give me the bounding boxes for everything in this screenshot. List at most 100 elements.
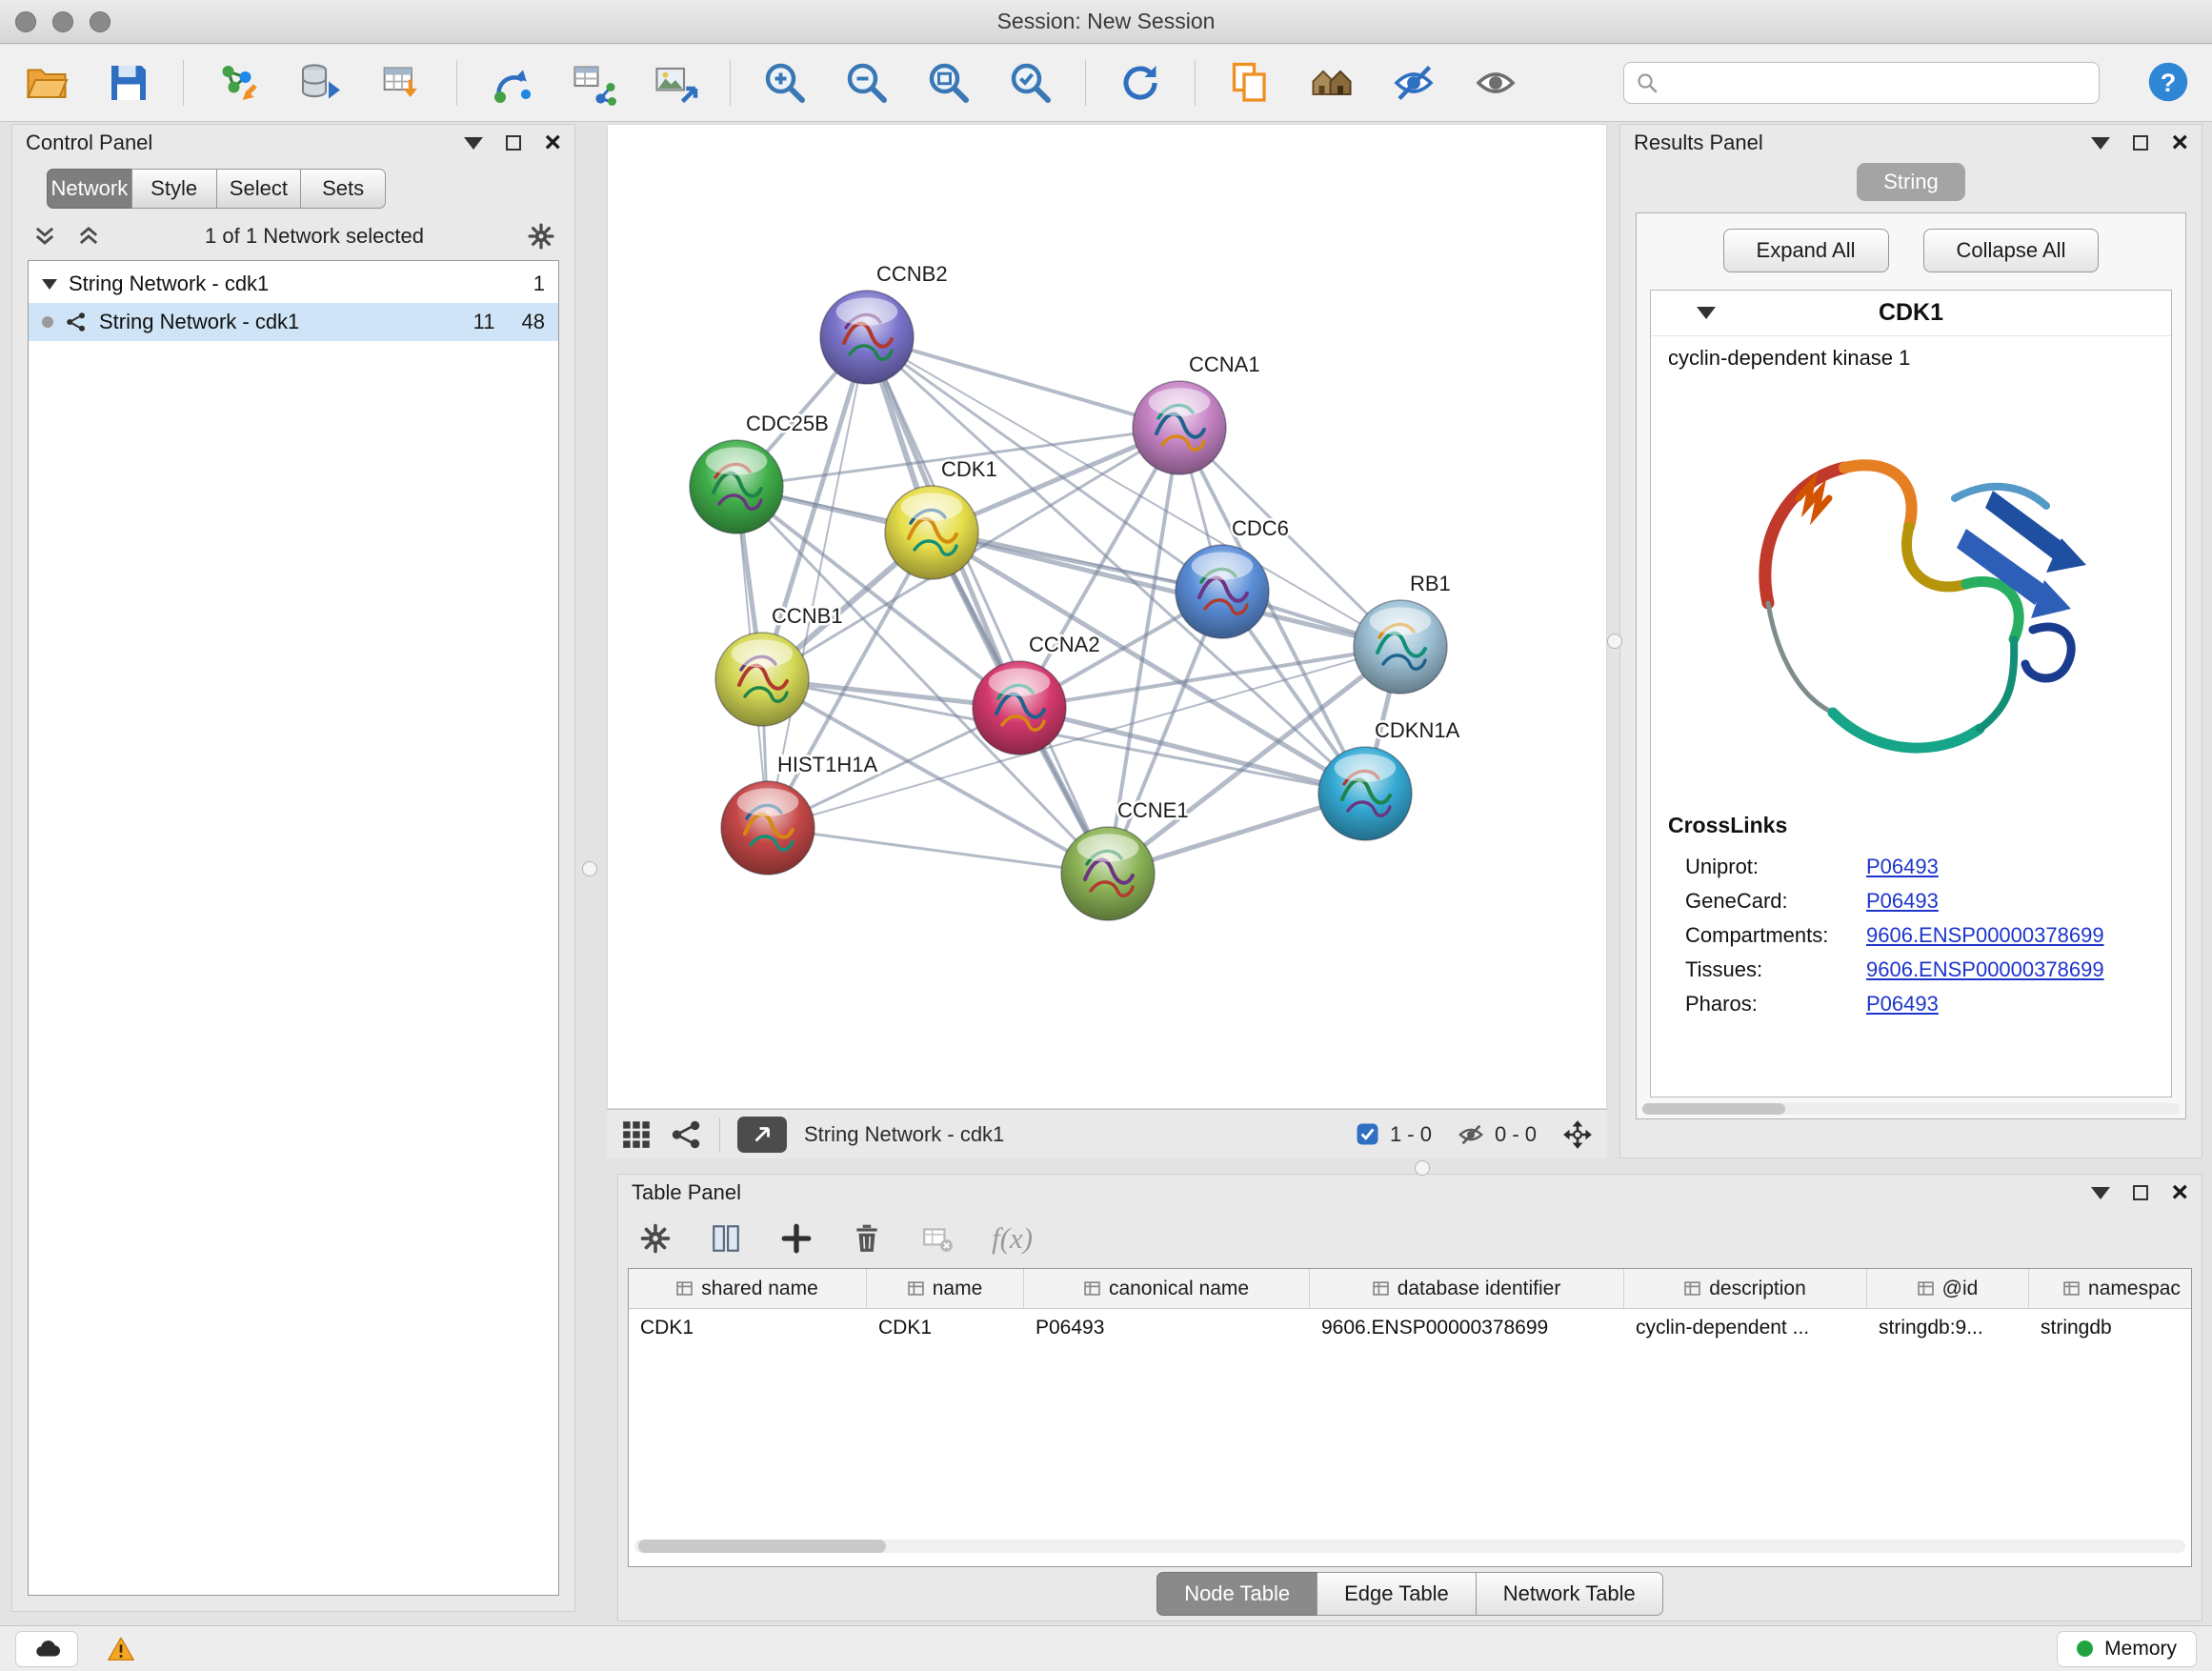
refresh-button[interactable] [1113, 55, 1168, 111]
splitter-handle[interactable] [1415, 1160, 1430, 1176]
expand-all-icon[interactable] [75, 223, 102, 250]
table-settings-gear-icon[interactable] [639, 1222, 672, 1255]
paste-annotation-button[interactable] [1222, 55, 1277, 111]
edge-CCNB2-CCNA1[interactable] [867, 337, 1179, 428]
tab-sets[interactable]: Sets [300, 169, 386, 209]
tab-style[interactable]: Style [131, 169, 217, 209]
svg-text:?: ? [2161, 68, 2177, 96]
panel-menu-icon[interactable] [2091, 1187, 2110, 1199]
select-columns-icon[interactable] [710, 1222, 742, 1255]
splitter-handle[interactable] [1607, 634, 1622, 649]
gene-section-header[interactable]: CDK1 [1651, 291, 2171, 336]
splitter-handle[interactable] [582, 861, 597, 876]
minimize-window-button[interactable] [52, 11, 73, 32]
close-panel-icon[interactable]: × [2171, 131, 2188, 154]
section-collapse-icon[interactable] [1697, 307, 1716, 319]
float-panel-icon[interactable] [506, 135, 521, 151]
tab-edge-table[interactable]: Edge Table [1317, 1572, 1477, 1616]
memory-button[interactable]: Memory [2057, 1631, 2197, 1667]
export-image-button[interactable] [648, 55, 703, 111]
control-panel-header: Control Panel × [12, 125, 574, 161]
network-file-button[interactable] [484, 55, 539, 111]
column-header[interactable]: @id [1867, 1269, 2029, 1308]
column-header[interactable]: name [867, 1269, 1024, 1308]
hide-selected-button[interactable] [1386, 55, 1441, 111]
table-cell: stringdb:9... [1867, 1317, 2029, 1339]
close-panel-icon[interactable]: × [2171, 1181, 2188, 1204]
panel-menu-icon[interactable] [2091, 137, 2110, 150]
cloud-status-button[interactable] [15, 1631, 78, 1667]
zoom-out-button[interactable] [839, 55, 895, 111]
function-builder-icon[interactable]: f(x) [992, 1221, 1033, 1256]
import-network-from-database-button[interactable] [292, 55, 348, 111]
import-table-from-file-button[interactable] [374, 55, 430, 111]
delete-column-icon[interactable] [851, 1222, 883, 1255]
node-CCNB2[interactable]: CCNB2 [820, 262, 948, 384]
float-panel-icon[interactable] [2133, 1185, 2148, 1200]
tab-network[interactable]: Network [47, 169, 132, 209]
column-header[interactable]: description [1624, 1269, 1867, 1308]
network-row[interactable]: String Network - cdk1 11 48 [29, 303, 558, 341]
tab-network-table[interactable]: Network Table [1476, 1572, 1663, 1616]
close-window-button[interactable] [15, 11, 36, 32]
node-HIST1H1A[interactable]: HIST1H1A [721, 753, 877, 875]
crosslink-link[interactable]: 9606.ENSP00000378699 [1866, 957, 2104, 982]
collection-disclosure-icon[interactable] [42, 279, 57, 290]
network-graph[interactable]: CCNB2CCNA1CDC25BCDK1CDC6RB1CCNB1CCNA2CDK… [608, 125, 1606, 1108]
crosslink-link[interactable]: P06493 [1866, 992, 1939, 1017]
tab-node-table[interactable]: Node Table [1156, 1572, 1317, 1616]
collapse-all-icon[interactable] [31, 223, 58, 250]
node-RB1[interactable]: RB1 [1354, 572, 1451, 694]
toolbar-separator [1195, 60, 1196, 106]
node-CCNA1[interactable]: CCNA1 [1133, 352, 1260, 474]
fit-content-crosshair-icon[interactable] [1561, 1118, 1594, 1151]
column-header[interactable]: canonical name [1024, 1269, 1310, 1308]
close-panel-icon[interactable]: × [544, 131, 561, 154]
zoom-fit-button[interactable] [921, 55, 976, 111]
edge-CCNE1-HIST1H1A[interactable] [768, 828, 1108, 874]
node-CCNB1[interactable]: CCNB1 [715, 604, 843, 726]
edge-CCNB2-CCNE1[interactable] [867, 337, 1108, 874]
tab-string[interactable]: String [1857, 163, 1964, 201]
add-column-icon[interactable] [780, 1222, 813, 1255]
crosslink-link[interactable]: P06493 [1866, 889, 1939, 914]
column-header[interactable]: namespac [2029, 1269, 2192, 1308]
save-session-button[interactable] [101, 55, 156, 111]
crosslink-link[interactable]: P06493 [1866, 855, 1939, 879]
column-header[interactable]: database identifier [1310, 1269, 1624, 1308]
birds-eye-grid-icon[interactable] [620, 1118, 653, 1151]
warning-indicator[interactable] [107, 1635, 135, 1663]
selected-checkbox-icon[interactable] [1355, 1121, 1380, 1147]
crosslink-link[interactable]: 9606.ENSP00000378699 [1866, 923, 2104, 948]
expand-all-button[interactable]: Expand All [1723, 229, 1889, 272]
node-CDC25B[interactable]: CDC25B [690, 412, 829, 534]
results-horizontal-scrollbar[interactable] [1642, 1103, 2180, 1115]
zoom-window-button[interactable] [90, 11, 111, 32]
gear-icon[interactable] [527, 222, 555, 251]
collapse-all-button[interactable]: Collapse All [1923, 229, 2100, 272]
tab-select[interactable]: Select [216, 169, 302, 209]
open-session-button[interactable] [19, 55, 74, 111]
search-input[interactable] [1668, 71, 2087, 94]
table-hscrollbar-thumb[interactable] [638, 1540, 886, 1553]
scrollbar-thumb[interactable] [1642, 1103, 1785, 1115]
show-all-button[interactable] [1468, 55, 1523, 111]
network-canvas[interactable]: CCNB2CCNA1CDC25BCDK1CDC6RB1CCNB1CCNA2CDK… [607, 124, 1607, 1109]
open-in-window-button[interactable] [737, 1117, 787, 1153]
new-network-from-table-button[interactable] [566, 55, 621, 111]
toolbar-separator [730, 60, 731, 106]
node-CDKN1A[interactable]: CDKN1A [1318, 718, 1460, 840]
table-row[interactable]: CDK1CDK1P064939606.ENSP00000378699cyclin… [629, 1309, 2191, 1347]
node-CDC6[interactable]: CDC6 [1176, 516, 1289, 638]
column-header[interactable]: shared name [629, 1269, 867, 1308]
network-collection-row[interactable]: String Network - cdk1 1 [29, 265, 558, 303]
hidden-eye-icon[interactable] [1457, 1120, 1485, 1149]
help-button[interactable]: ? [2143, 58, 2193, 108]
home-layouts-button[interactable] [1304, 55, 1359, 111]
share-network-icon[interactable] [670, 1118, 702, 1151]
zoom-selected-button[interactable] [1003, 55, 1058, 111]
zoom-in-button[interactable] [757, 55, 813, 111]
import-network-from-file-button[interactable] [211, 55, 266, 111]
panel-menu-icon[interactable] [464, 137, 483, 150]
float-panel-icon[interactable] [2133, 135, 2148, 151]
